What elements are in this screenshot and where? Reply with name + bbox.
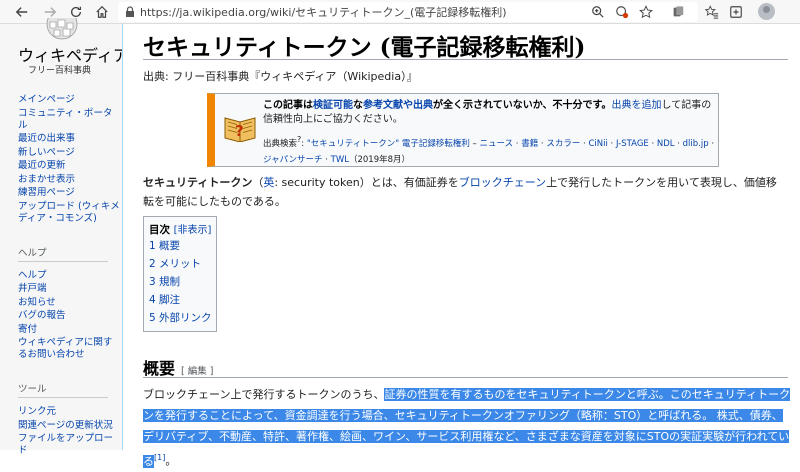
source-search-line: 出典検索?: "セキュリティトークン" 電子記録移転権利 – ニュース · 書籍… (263, 135, 715, 165)
sidebar-link-what-links-here[interactable]: リンク元 (18, 406, 120, 418)
search-dlib-link[interactable]: dlib.jp (683, 139, 709, 149)
toc-hide-toggle[interactable]: [非表示] (174, 225, 212, 236)
search-twl-link[interactable]: TWL (331, 155, 349, 165)
sidebar-link-community-portal[interactable]: コミュニティ・ポータル (18, 108, 120, 132)
sidebar-link-related-changes[interactable]: 関連ページの更新状況 (18, 420, 120, 432)
sidebar-link-contact[interactable]: ウィキペディアに関するお問い合わせ (18, 337, 120, 361)
home-icon[interactable] (92, 2, 112, 22)
notice-text: この記事は検証可能な参考文献や出典が全く示されていないか、不十分です。出典を追加… (263, 99, 713, 127)
footnote-ref-1[interactable]: [1] (154, 453, 165, 462)
overview-text: ブロックチェーン上で発行するトークンのうち、 (143, 388, 385, 401)
source-search-query[interactable]: "セキュリティトークン" 電子記録移転権利 (307, 139, 470, 149)
page-title: セキュリティトークン (電子記録移転権利) (143, 34, 586, 61)
title-divider (143, 59, 788, 60)
new-tab-window-icon[interactable] (728, 4, 744, 20)
lead-text: : security token）とは、有価証券を (274, 176, 459, 189)
verifiability-link[interactable]: 検証可能 (313, 100, 353, 111)
sidebar-heading-tools[interactable]: ツール (18, 381, 108, 398)
profile-avatar[interactable] (758, 3, 775, 20)
favorite-star-icon[interactable] (638, 4, 654, 20)
toc-title-text: 目次 (149, 224, 170, 236)
back-arrow-icon[interactable] (12, 2, 32, 22)
search-ndl-link[interactable]: NDL (657, 139, 675, 149)
overview-text-end: 。 (165, 454, 177, 468)
wiki-sidebar: ウィキペディア フリー百科事典 メインページ コミュニティ・ポータル 最近の出来… (0, 18, 129, 456)
collections-icon[interactable] (670, 4, 686, 20)
tracking-prevention-icon[interactable] (614, 4, 630, 20)
toc-item-merits[interactable]: 2 メリット (149, 255, 211, 273)
toc-item-regulation[interactable]: 3 規制 (149, 273, 211, 291)
sidebar-link-upload-commons[interactable]: アップロード (ウィキメディア・コモンズ) (18, 201, 120, 225)
notice-text-part: が全く示されていないか、不十分です。 (433, 100, 612, 111)
overview-paragraph: ブロックチェーン上で発行するトークンのうち、証券の性質を有するものをセキュリティ… (143, 384, 791, 472)
section-heading-overview: 概要 (143, 359, 176, 378)
toc-item-footnotes[interactable]: 4 脚注 (149, 291, 211, 309)
reliable-sources-link[interactable]: 参考文献や出典 (363, 100, 433, 111)
sidebar-link-main-page[interactable]: メインページ (18, 94, 120, 106)
sidebar-link-bug-report[interactable]: バグの報告 (18, 310, 120, 322)
toc-item-external-links[interactable]: 5 外部リンク (149, 309, 212, 327)
sidebar-navigation: メインページ コミュニティ・ポータル 最近の出来事 新しいページ 最近の更新 お… (18, 94, 120, 459)
browser-toolbar: https://ja.wikipedia.org/wiki/セキュリティトークン… (0, 0, 800, 24)
citation-needed-notice: ? この記事は検証可能な参考文献や出典が全く示されていないか、不十分です。出典を… (207, 93, 719, 167)
svg-text:?: ? (235, 122, 244, 140)
blockchain-link[interactable]: ブロックチェーン (459, 176, 546, 189)
sidebar-link-notices[interactable]: お知らせ (18, 297, 120, 309)
sidebar-link-current-events[interactable]: 最近の出来事 (18, 133, 120, 145)
lead-paragraph: セキュリティトークン（英: security token）とは、有価証券をブロッ… (143, 173, 783, 211)
favorites-list-icon[interactable] (704, 4, 720, 20)
sidebar-link-recent-changes[interactable]: 最近の更新 (18, 160, 120, 172)
zoom-icon[interactable] (590, 4, 606, 20)
section-edit-link[interactable]: [ 編集 ] (181, 363, 213, 377)
sidebar-link-new-pages[interactable]: 新しいページ (18, 147, 120, 159)
add-citation-link[interactable]: 出典を追加 (612, 100, 662, 111)
search-news-link[interactable]: ニュース (480, 139, 514, 149)
notice-date: （2019年8月） (348, 154, 411, 165)
sidebar-heading-help[interactable]: ヘルプ (18, 245, 108, 262)
search-books-link[interactable]: 書籍 (521, 139, 538, 149)
sidebar-link-help[interactable]: ヘルプ (18, 270, 120, 282)
table-of-contents: 目次 [非表示] 1 概要 2 メリット 3 規制 4 脚注 5 外部リンク (143, 216, 217, 332)
lock-icon (126, 6, 134, 17)
source-search-separator: – (469, 138, 480, 149)
wikipedia-logo[interactable]: ウィキペディア フリー百科事典 (0, 18, 129, 94)
address-bar[interactable]: https://ja.wikipedia.org/wiki/セキュリティトークン… (118, 2, 698, 22)
wikipedia-globe-icon (46, 18, 78, 40)
toc-item-overview[interactable]: 1 概要 (149, 237, 211, 255)
logo-subtitle: フリー百科事典 (28, 66, 92, 76)
lead-text: （ (252, 176, 264, 189)
search-cinii-link[interactable]: CiNii (588, 139, 607, 149)
lead-term: セキュリティトークン (143, 176, 253, 189)
source-line: 出典: フリー百科事典『ウィキペディア（Wikipedia）』 (143, 70, 418, 83)
notice-text-part: この記事は (263, 100, 313, 111)
search-scholar-link[interactable]: スカラー (546, 139, 580, 149)
sidebar-link-donate[interactable]: 寄付 (18, 324, 120, 336)
url-text: https://ja.wikipedia.org/wiki/セキュリティトークン… (140, 6, 507, 19)
section-divider (143, 377, 788, 378)
notice-text-part: な (353, 100, 363, 111)
sidebar-link-village-pump[interactable]: 井戸端 (18, 283, 120, 295)
source-search-label: 出典検索 (263, 138, 298, 149)
english-language-link[interactable]: 英 (263, 176, 274, 189)
sidebar-link-upload-file[interactable]: ファイルをアップロード (18, 433, 120, 457)
search-jstage-link[interactable]: J-STAGE (616, 139, 649, 149)
open-book-question-icon: ? (224, 117, 256, 142)
sidebar-link-random[interactable]: おまかせ表示 (18, 174, 120, 186)
search-japansearch-link[interactable]: ジャパンサーチ (263, 155, 323, 165)
article-content: セキュリティトークン (電子記録移転権利) 出典: フリー百科事典『ウィキペディ… (122, 24, 800, 468)
toc-title: 目次 [非表示] (149, 221, 211, 237)
sidebar-link-sandbox[interactable]: 練習用ページ (18, 187, 120, 199)
